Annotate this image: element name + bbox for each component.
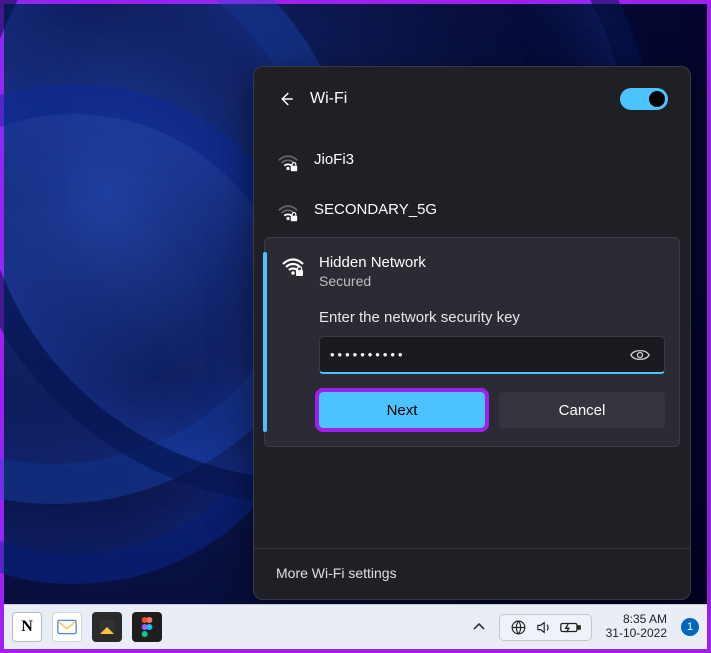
taskbar: N [4, 604, 707, 649]
sticky-notes-icon [97, 617, 117, 637]
wifi-secured-icon [274, 153, 302, 173]
mail-icon [57, 619, 77, 635]
battery-icon [560, 621, 581, 634]
cancel-button-label: Cancel [559, 402, 606, 419]
network-item-selected: Hidden Network Secured Enter the network… [264, 237, 680, 447]
wifi-secured-icon [274, 203, 302, 223]
network-item[interactable]: SECONDARY_5G [264, 187, 680, 237]
more-wifi-settings-link[interactable]: More Wi-Fi settings [254, 548, 690, 599]
tray-network-sound-battery[interactable] [499, 614, 592, 641]
network-name: SECONDARY_5G [314, 201, 670, 218]
password-input[interactable] [330, 347, 626, 362]
wifi-flyout: Wi-Fi JioFi3 [253, 66, 691, 600]
taskbar-pinned-apps: N [12, 612, 162, 642]
network-status: Secured [319, 273, 665, 289]
password-field-wrapper [319, 336, 665, 374]
toggle-knob [649, 91, 665, 107]
volume-icon [535, 619, 552, 636]
taskbar-clock[interactable]: 8:35 AM 31-10-2022 [596, 613, 673, 641]
clock-date: 31-10-2022 [606, 627, 667, 641]
taskbar-app-mail[interactable] [52, 612, 82, 642]
network-list: JioFi3 SECONDARY_5G [254, 127, 690, 548]
flyout-header: Wi-Fi [254, 67, 690, 127]
security-key-prompt: Enter the network security key [319, 309, 665, 326]
next-button-label: Next [387, 402, 418, 419]
notification-badge[interactable]: 1 [681, 618, 699, 636]
back-button[interactable] [272, 85, 300, 113]
system-tray: 8:35 AM 31-10-2022 1 [473, 613, 699, 641]
tray-overflow-chevron[interactable] [473, 623, 495, 631]
taskbar-app-notion[interactable]: N [12, 612, 42, 642]
wifi-toggle[interactable] [620, 88, 668, 110]
wifi-secured-icon [279, 256, 307, 278]
taskbar-app-sticky-notes[interactable] [92, 612, 122, 642]
network-name: Hidden Network [319, 254, 665, 271]
flyout-title: Wi-Fi [310, 90, 620, 108]
reveal-password-icon[interactable] [626, 348, 654, 362]
cancel-button[interactable]: Cancel [499, 392, 665, 428]
network-item[interactable]: JioFi3 [264, 137, 680, 187]
notion-icon: N [21, 618, 33, 636]
next-button[interactable]: Next [319, 392, 485, 428]
network-icon [510, 619, 527, 636]
figma-icon [140, 616, 154, 638]
network-name: JioFi3 [314, 151, 670, 168]
taskbar-app-figma[interactable] [132, 612, 162, 642]
button-row: Next Cancel [319, 392, 665, 428]
clock-time: 8:35 AM [606, 613, 667, 627]
